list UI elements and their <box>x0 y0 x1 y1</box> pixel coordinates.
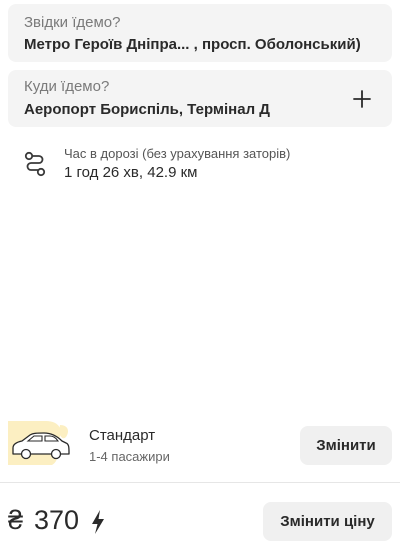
tariff-name: Стандарт <box>89 427 156 444</box>
from-address-field[interactable]: Звідки їдемо? Метро Героїв Дніпра... , п… <box>8 4 392 62</box>
route-time-distance: 1 год 26 хв, 42.9 км <box>64 164 198 181</box>
to-address-field[interactable]: Куди їдемо? Аеропорт Бориспіль, Термінал… <box>8 70 392 127</box>
to-label: Куди їдемо? <box>24 78 110 95</box>
price-amount: 370 <box>34 505 80 535</box>
lightning-bolt-icon <box>91 510 105 534</box>
to-address-value: Аеропорт Бориспіль, Термінал Д <box>24 101 270 118</box>
from-address-value: Метро Героїв Дніпра... , просп. Оболонсь… <box>24 36 361 53</box>
change-price-button[interactable]: Змінити ціну <box>263 502 392 541</box>
order-page: Звідки їдемо? Метро Героїв Дніпра... , п… <box>0 0 400 550</box>
from-label: Звідки їдемо? <box>24 14 121 31</box>
route-icon <box>24 151 46 177</box>
plus-icon[interactable] <box>352 89 372 109</box>
car-icon <box>8 421 74 465</box>
tariff-option[interactable]: Стандарт 1-4 пасажири Змінити <box>0 420 400 472</box>
route-info: Час в дорозі (без урахування заторів) 1 … <box>24 146 384 186</box>
tariff-seats: 1-4 пасажири <box>89 449 170 464</box>
change-tariff-button[interactable]: Змінити <box>300 426 392 465</box>
currency-symbol: ₴ <box>8 505 24 535</box>
route-time-caption: Час в дорозі (без урахування заторів) <box>64 146 291 161</box>
divider <box>0 482 400 483</box>
